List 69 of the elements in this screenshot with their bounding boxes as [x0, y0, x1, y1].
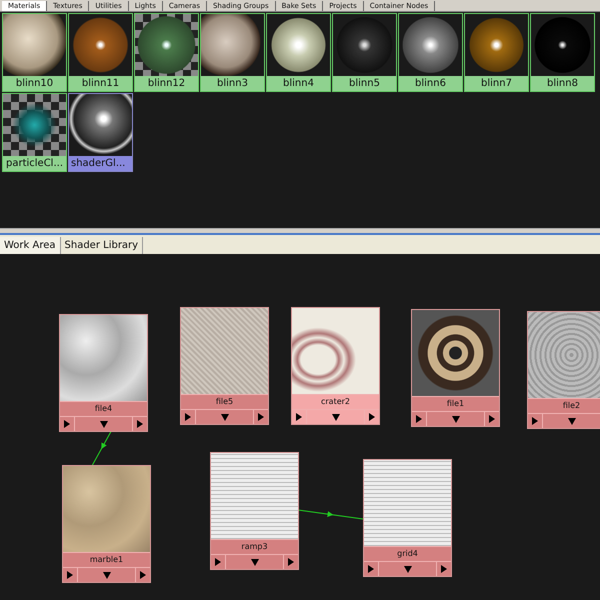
- material-swatch[interactable]: blinn3: [200, 13, 265, 92]
- play-icon[interactable]: [140, 571, 146, 579]
- swatch-label: blinn4: [267, 76, 330, 91]
- material-swatch[interactable]: blinn6: [398, 13, 463, 92]
- texture-node[interactable]: ramp3: [210, 452, 299, 570]
- tab[interactable]: Shader Library: [60, 237, 144, 254]
- play-icon[interactable]: [532, 417, 538, 425]
- play-icon[interactable]: [416, 415, 422, 423]
- texture-node[interactable]: file4: [59, 314, 148, 432]
- tab[interactable]: Work Area: [0, 237, 61, 254]
- play-icon[interactable]: [296, 413, 302, 421]
- play-icon[interactable]: [137, 420, 143, 428]
- play-icon[interactable]: [185, 413, 191, 421]
- play-icon[interactable]: [67, 571, 73, 579]
- material-swatch[interactable]: blinn7: [464, 13, 529, 92]
- connection-line: [298, 510, 364, 520]
- swatch-label: blinn8: [531, 76, 594, 91]
- material-swatch[interactable]: blinn5: [332, 13, 397, 92]
- play-icon[interactable]: [64, 420, 70, 428]
- dropdown-icon[interactable]: [568, 418, 576, 424]
- sphere-preview: [69, 94, 132, 156]
- dropdown-icon[interactable]: [452, 416, 460, 422]
- texture-node[interactable]: file2: [527, 311, 600, 429]
- dropdown-icon[interactable]: [220, 414, 228, 420]
- dropdown-icon[interactable]: [102, 572, 110, 578]
- swatch-label: particleCl...: [3, 156, 66, 171]
- swatch-label: blinn7: [465, 76, 528, 91]
- material-swatch[interactable]: shaderGl...: [68, 93, 133, 172]
- play-icon[interactable]: [369, 413, 375, 421]
- swatch-label: shaderGl...: [69, 156, 132, 171]
- node-label: ramp3: [211, 539, 298, 554]
- node-label: grid4: [364, 546, 451, 561]
- dropdown-icon[interactable]: [332, 414, 340, 420]
- node-label: file2: [528, 398, 600, 413]
- material-swatch[interactable]: blinn10: [2, 13, 67, 92]
- dropdown-icon[interactable]: [250, 558, 258, 566]
- node-label: file4: [60, 401, 147, 416]
- play-icon[interactable]: [215, 558, 221, 566]
- play-icon[interactable]: [489, 415, 495, 423]
- play-icon[interactable]: [441, 565, 447, 573]
- swatch-label: blinn10: [3, 76, 66, 91]
- texture-node[interactable]: file5: [180, 307, 269, 425]
- node-label: marble1: [63, 552, 150, 567]
- material-swatch[interactable]: particleCl...: [2, 93, 67, 172]
- swatch-label: blinn5: [333, 76, 396, 91]
- play-icon[interactable]: [288, 558, 294, 566]
- texture-node[interactable]: crater2: [291, 307, 380, 425]
- swatch-label: blinn12: [135, 76, 198, 91]
- node-label: file5: [181, 394, 268, 409]
- splitter-bar[interactable]: [0, 228, 600, 235]
- dropdown-icon[interactable]: [404, 566, 412, 572]
- swatch-label: blinn3: [201, 76, 264, 91]
- swatch-label: blinn11: [69, 76, 132, 91]
- sphere-preview: [3, 94, 66, 156]
- play-icon[interactable]: [368, 565, 374, 573]
- node-label: file1: [412, 396, 499, 411]
- material-swatch[interactable]: blinn12: [134, 13, 199, 92]
- node-label: crater2: [292, 394, 379, 409]
- material-swatch[interactable]: blinn8: [530, 13, 595, 92]
- material-swatch[interactable]: blinn4: [266, 13, 331, 92]
- texture-node[interactable]: grid4: [363, 459, 452, 577]
- play-icon[interactable]: [258, 413, 264, 421]
- dropdown-icon[interactable]: [100, 420, 108, 428]
- swatch-label: blinn6: [399, 76, 462, 91]
- sphere-preview: [3, 14, 66, 76]
- texture-node[interactable]: marble1: [62, 465, 151, 583]
- material-swatch[interactable]: blinn11: [68, 13, 133, 92]
- texture-node[interactable]: file1: [411, 309, 500, 427]
- sphere-preview: [135, 14, 198, 76]
